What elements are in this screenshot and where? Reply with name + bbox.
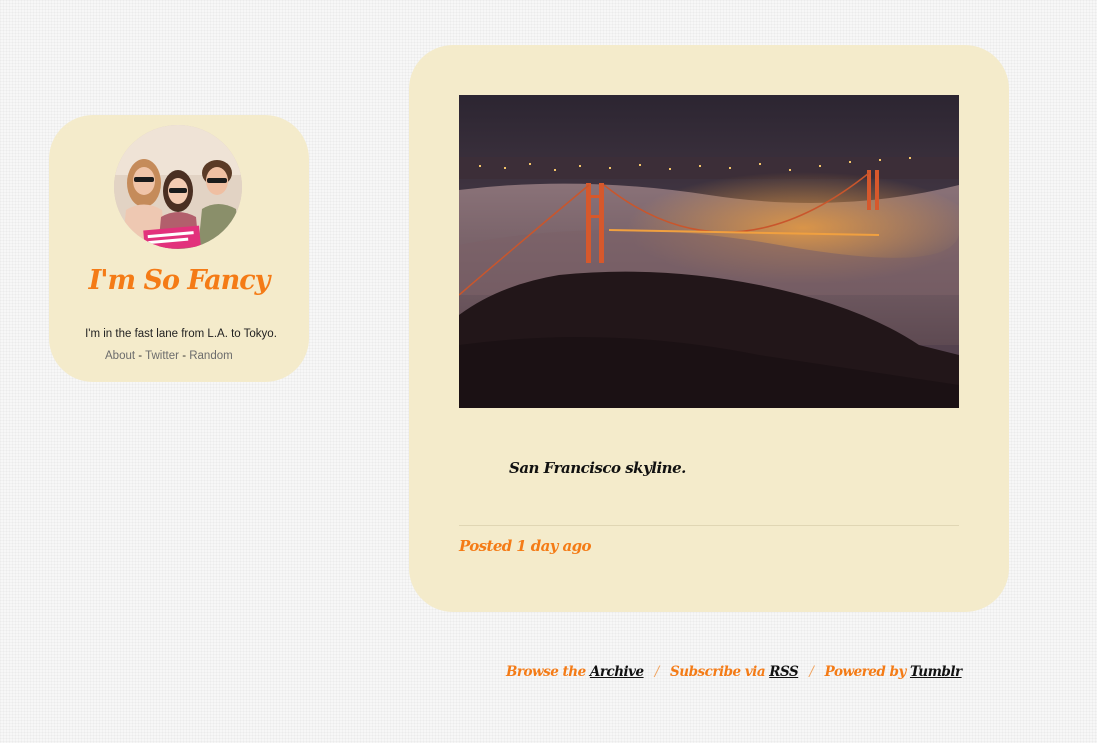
golden-gate-bridge-image (459, 95, 959, 408)
rss-link[interactable]: RSS (769, 664, 798, 680)
sidebar-nav: About - Twitter - Random (105, 350, 233, 362)
post-divider (459, 525, 959, 526)
footer-separator: / (654, 664, 660, 680)
tumblr-link[interactable]: Tumblr (910, 664, 962, 680)
archive-link[interactable]: Archive (590, 664, 644, 680)
post-timestamp-link[interactable]: Posted 1 day ago (459, 537, 592, 555)
post-photo[interactable] (459, 95, 959, 408)
nav-separator: - (182, 350, 187, 362)
avatar-photo (114, 125, 242, 249)
footer-powered-text: Powered by (824, 664, 907, 680)
footer-browse-text: Browse the (506, 664, 586, 680)
post-card: San Francisco skyline. Posted 1 day ago (409, 45, 1009, 612)
nav-link-twitter[interactable]: Twitter (145, 350, 179, 362)
nav-link-random[interactable]: Random (189, 350, 232, 362)
footer-separator: / (809, 664, 814, 680)
sidebar-card: I'm So Fancy I'm in the fast lane from L… (49, 115, 309, 382)
footer-subscribe-text: Subscribe via (670, 664, 766, 680)
footer: Browse the Archive / Subscribe via RSS /… (506, 664, 962, 680)
blog-title[interactable]: I'm So Fancy (49, 265, 309, 296)
blog-description: I'm in the fast lane from L.A. to Tokyo. (85, 328, 277, 340)
avatar[interactable] (114, 125, 242, 249)
nav-separator: - (138, 350, 143, 362)
nav-link-about[interactable]: About (105, 350, 135, 362)
post-caption: San Francisco skyline. (509, 459, 686, 477)
